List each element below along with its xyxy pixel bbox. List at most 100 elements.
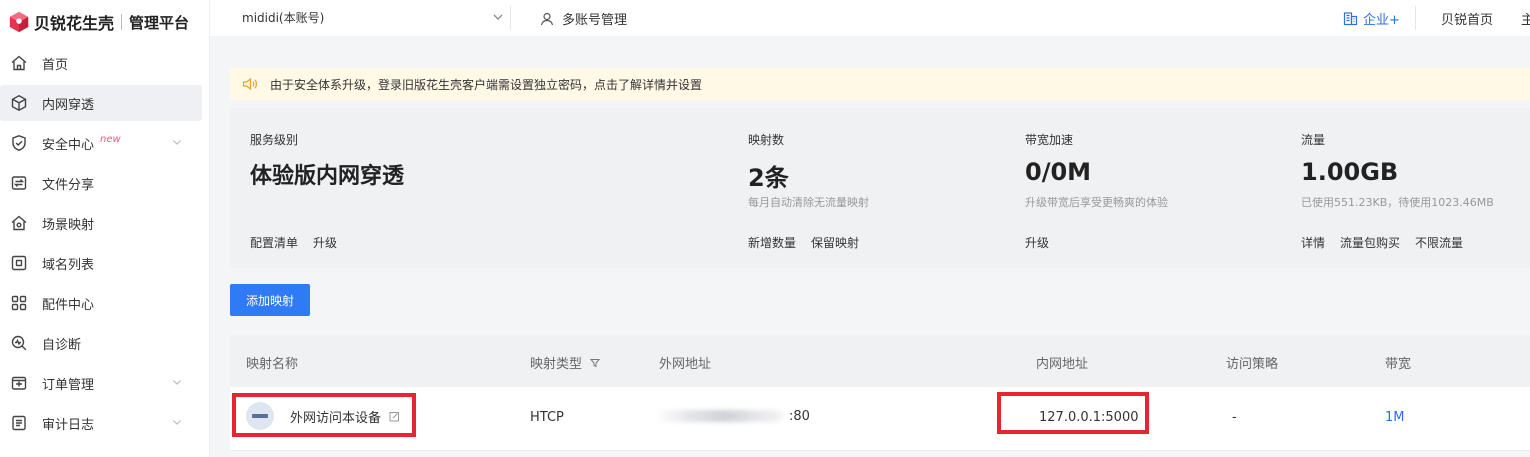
upgrade-service-link[interactable]: 升级	[313, 234, 337, 251]
stat-description: 已使用551.23KB，待使用1023.46MB	[1301, 196, 1494, 209]
account-select-value: mididi(本账号)	[242, 11, 325, 25]
stat-value: 体验版内网穿透	[250, 164, 405, 189]
sidebar-item-order-management[interactable]: 订单管理	[0, 365, 202, 401]
sidebar-item-label: 首页	[42, 57, 69, 73]
column-header-label: 映射类型	[530, 357, 583, 372]
sidebar-item-home[interactable]: 首页	[0, 45, 202, 81]
column-header-label: 带宽	[1385, 357, 1412, 372]
sidebar-item-file-share[interactable]: 文件分享	[0, 165, 202, 201]
chevron-down-icon[interactable]	[172, 137, 182, 147]
column-header-external-address: 外网地址	[659, 353, 711, 372]
sidebar-item-security-center[interactable]: 安全中心 new	[0, 125, 202, 161]
mapping-name[interactable]: 外网访问本设备	[290, 407, 381, 426]
internal-address: 127.0.0.1:5000	[1039, 410, 1139, 425]
cube-icon	[10, 94, 28, 112]
sidebar-item-self-diagnosis[interactable]: 自诊断	[0, 325, 202, 361]
sidebar-item-label: 配件中心	[42, 297, 95, 313]
upgrade-bandwidth-link[interactable]: 升级	[1025, 234, 1049, 251]
multi-account-label: 多账号管理	[562, 13, 628, 28]
brand-name: 贝锐花生壳	[34, 14, 115, 33]
sidebar-item-domain-list[interactable]: 域名列表	[0, 245, 202, 281]
column-header-label: 访问策略	[1226, 357, 1279, 372]
stat-links: 新增数量 保留映射	[748, 234, 874, 251]
add-mapping-button[interactable]: 添加映射	[230, 284, 310, 316]
sidebar-item-scene-mapping[interactable]: 场景映射	[0, 205, 202, 241]
scene-icon	[10, 214, 28, 232]
stat-value: 1.00GB	[1301, 158, 1399, 186]
sidebar-item-intranet-penetration[interactable]: 内网穿透	[0, 85, 202, 121]
column-header-type[interactable]: 映射类型	[530, 353, 601, 372]
building-icon	[1343, 12, 1358, 26]
stat-description: 每月自动清除无流量映射	[748, 196, 869, 209]
bandwidth-link[interactable]: 1M	[1385, 410, 1405, 425]
table-header: 映射名称 映射类型 外网地址 内网地址 访问策略 带宽	[230, 335, 1530, 387]
config-list-link[interactable]: 配置清单	[250, 234, 298, 251]
stat-label: 服务级别	[250, 133, 299, 147]
top-bar: mididi(本账号) 多账号管理 企业+ 贝锐首页 主	[210, 0, 1530, 36]
sidebar-item-accessory-center[interactable]: 配件中心	[0, 285, 202, 321]
retain-mapping-link[interactable]: 保留映射	[811, 234, 859, 251]
sidebar-item-label: 域名列表	[42, 257, 95, 273]
table-row: 外网访问本设备 HTCP :80 127.0.0.1:5000 - 1M	[230, 387, 1530, 451]
stat-links: 配置清单 升级	[250, 234, 352, 251]
topbar-more-link[interactable]: 主	[1521, 9, 1530, 28]
unlimited-traffic-link[interactable]: 不限流量	[1415, 234, 1463, 251]
brand-divider	[121, 14, 123, 30]
column-header-internal-address: 内网地址	[1036, 353, 1088, 372]
app-root: 贝锐花生壳 管理平台 首页 内网穿透 安全中心 new 文件分享 场景映射 域名…	[0, 0, 1530, 457]
edit-icon[interactable]	[389, 411, 400, 422]
stat-label: 流量	[1301, 133, 1326, 147]
brand[interactable]: 贝锐花生壳 管理平台	[0, 0, 210, 44]
mapping-table: 映射名称 映射类型 外网地址 内网地址 访问策略 带宽 外网访问本设备 HTCP…	[230, 335, 1530, 457]
buy-traffic-package-link[interactable]: 流量包购买	[1340, 234, 1400, 251]
security-notice[interactable]: 由于安全体系升级，登录旧版花生壳客户端需设置独立密码，点击了解详情并设置	[230, 68, 1530, 100]
home-icon	[10, 54, 28, 72]
sidebar: 贝锐花生壳 管理平台 首页 内网穿透 安全中心 new 文件分享 场景映射 域名…	[0, 0, 210, 457]
sidebar-item-label: 审计日志	[42, 417, 95, 433]
order-icon	[10, 374, 28, 392]
access-policy: -	[1232, 410, 1237, 425]
stat-value: 0/0M	[1025, 158, 1092, 186]
stat-label: 带宽加速	[1025, 133, 1074, 147]
stat-links: 升级	[1025, 234, 1064, 251]
enterprise-plus-link[interactable]: 企业+	[1343, 9, 1400, 28]
chevron-down-icon[interactable]	[172, 417, 182, 427]
brand-subtitle: 管理平台	[129, 13, 190, 32]
sidebar-item-label: 内网穿透	[42, 97, 95, 113]
apps-icon	[10, 294, 28, 312]
column-header-label: 内网地址	[1036, 357, 1089, 372]
mapping-name-cell[interactable]: 外网访问本设备	[246, 402, 400, 430]
notice-text: 由于安全体系升级，登录旧版花生壳客户端需设置独立密码，点击了解详情并设置	[270, 77, 703, 92]
domain-icon	[10, 254, 28, 272]
new-badge: new	[100, 133, 121, 145]
traffic-details-link[interactable]: 详情	[1301, 234, 1325, 251]
stat-description: 升级带宽后享受更畅爽的体验	[1025, 196, 1168, 209]
stat-label: 映射数	[748, 133, 785, 147]
chevron-down-icon[interactable]	[172, 377, 182, 387]
log-icon	[10, 414, 28, 432]
topbar-divider	[510, 6, 511, 30]
user-icon	[540, 12, 554, 25]
sidebar-item-label: 场景映射	[42, 217, 95, 233]
chevron-down-icon	[493, 14, 503, 20]
masked-external-domain	[655, 410, 783, 422]
sidebar-item-label: 自诊断	[42, 337, 82, 353]
sidebar-item-label: 安全中心	[42, 137, 95, 153]
filter-icon[interactable]	[590, 358, 601, 368]
column-header-label: 映射名称	[246, 357, 299, 372]
column-header-label: 外网地址	[659, 357, 712, 372]
add-quantity-link[interactable]: 新增数量	[748, 234, 796, 251]
account-select[interactable]: mididi(本账号)	[242, 9, 504, 27]
mapping-type: HTCP	[530, 410, 564, 425]
sidebar-item-label: 订单管理	[42, 377, 95, 393]
column-header-name: 映射名称	[246, 353, 298, 372]
multi-account-button[interactable]: 多账号管理	[540, 9, 627, 28]
oray-home-link[interactable]: 贝锐首页	[1441, 9, 1493, 28]
column-header-access-policy: 访问策略	[1226, 353, 1278, 372]
sidebar-item-audit-log[interactable]: 审计日志	[0, 405, 202, 441]
stat-links: 详情 流量包购买 不限流量	[1301, 234, 1478, 251]
share-icon	[10, 174, 28, 192]
device-icon	[246, 402, 274, 430]
column-header-bandwidth: 带宽	[1385, 353, 1411, 372]
external-address-cell[interactable]: :80	[655, 408, 810, 424]
